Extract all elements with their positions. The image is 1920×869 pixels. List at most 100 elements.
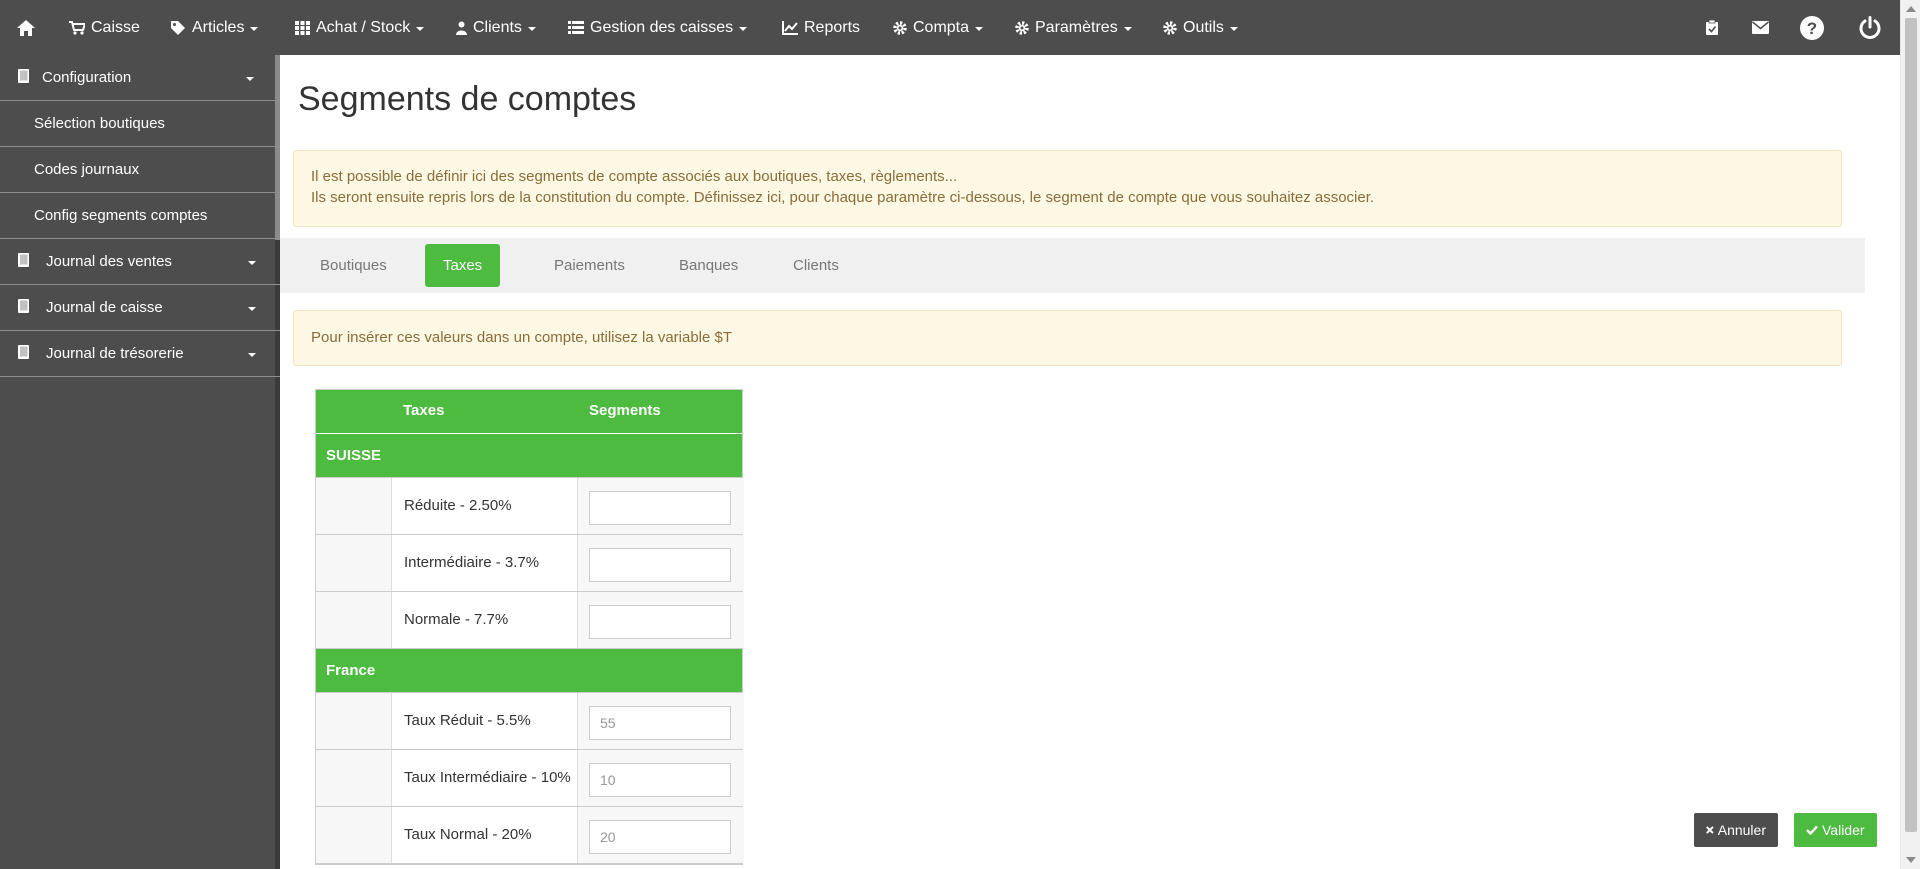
help-button[interactable]: ?: [1800, 0, 1830, 55]
segment-input[interactable]: [589, 548, 731, 582]
check-icon: [1806, 825, 1818, 835]
info-line-2: Ils seront ensuite repris lors de la con…: [311, 189, 1375, 206]
group-name: SUISSE: [326, 447, 382, 464]
gear-icon: [1163, 20, 1177, 35]
group-row-suisse: SUISSE: [316, 434, 742, 478]
book-icon: [18, 253, 29, 267]
chevron-down-icon: [248, 261, 256, 265]
tax-label: Taux Réduit - 5.5%: [404, 712, 531, 729]
nav-caisse[interactable]: Caisse: [69, 0, 140, 55]
chevron-down-icon: [248, 307, 256, 311]
tab-boutiques[interactable]: Boutiques: [302, 244, 405, 287]
table-header: Taxes Segments: [316, 390, 742, 434]
nav-clients[interactable]: Clients: [456, 0, 536, 55]
scroll-up-icon[interactable]: [1906, 6, 1916, 12]
segment-input[interactable]: [589, 706, 731, 740]
sidebar-item-config-segments[interactable]: Config segments comptes: [0, 193, 280, 239]
nav-label: Reports: [804, 18, 861, 36]
nav-outils[interactable]: Outils: [1163, 0, 1238, 55]
group-name: France: [326, 662, 376, 679]
variable-note-alert: Pour insérer ces valeurs dans un compte,…: [293, 310, 1842, 366]
nav-label: Clients: [473, 18, 522, 36]
table-row: Taux Intermédiaire - 10%: [316, 750, 744, 807]
page-scrollbar[interactable]: [1900, 0, 1920, 869]
segment-input[interactable]: [589, 820, 731, 854]
info-line-1: Il est possible de définir ici des segme…: [311, 168, 958, 185]
nav-parametres[interactable]: Paramètres: [1015, 0, 1132, 55]
user-icon: [456, 21, 467, 35]
nav-label: Paramètres: [1035, 18, 1118, 36]
home-button[interactable]: [16, 0, 42, 55]
home-icon: [17, 19, 35, 36]
tax-label: Taux Normal - 20%: [404, 826, 532, 843]
sidebar-item-journal-caisse[interactable]: Journal de caisse: [0, 285, 280, 331]
book-icon: [18, 299, 29, 313]
table-row: Taux Normal - 20%: [316, 807, 744, 864]
nav-label: Compta: [913, 18, 970, 36]
tab-paiements[interactable]: Paiements: [536, 244, 643, 287]
chevron-down-icon: [246, 77, 254, 81]
tab-bar: Boutiques Taxes Paiements Banques Client…: [280, 238, 1865, 293]
header-segments: Segments: [589, 402, 661, 419]
table-row: Intermédiaire - 3.7%: [316, 535, 744, 592]
sidebar-item-codes-journaux[interactable]: Codes journaux: [0, 147, 280, 193]
mail-button[interactable]: [1752, 0, 1775, 55]
taxes-segments-table: Taxes Segments SUISSE Réduite - 2.50% In…: [315, 389, 744, 865]
scroll-down-icon[interactable]: [1906, 857, 1916, 863]
gear-icon: [1015, 20, 1029, 35]
gear-icon: [893, 20, 907, 35]
nav-label: Gestion des caisses: [590, 18, 734, 36]
sidebar-item-journal-ventes[interactable]: Journal des ventes: [0, 239, 280, 285]
tab-banques[interactable]: Banques: [661, 244, 756, 287]
sidebar-item-journal-tresorerie[interactable]: Journal de trésorerie: [0, 331, 280, 377]
cancel-button[interactable]: Annuler: [1694, 813, 1778, 847]
segment-input[interactable]: [589, 763, 731, 797]
nav-reports[interactable]: Reports: [782, 0, 860, 55]
top-navbar: Caisse Articles Achat / Stock Clients Ge…: [0, 0, 1900, 55]
nav-label: Caisse: [91, 18, 140, 36]
tab-label: Banques: [679, 257, 739, 274]
tab-taxes[interactable]: Taxes: [425, 244, 501, 287]
list-icon: [568, 21, 584, 34]
scroll-thumb[interactable]: [1905, 18, 1917, 832]
power-icon: [1859, 15, 1881, 39]
sidebar-item-label: Journal des ventes: [46, 253, 172, 270]
table-row: Réduite - 2.50%: [316, 478, 744, 535]
cancel-label: Annuler: [1717, 822, 1766, 838]
validate-button[interactable]: Valider: [1794, 813, 1877, 847]
segment-input[interactable]: [589, 491, 731, 525]
table-row: Taux Réduit - 5.5%: [316, 693, 744, 750]
tax-label: Normale - 7.7%: [404, 611, 509, 628]
tab-label: Clients: [793, 257, 839, 274]
tab-label: Taxes: [443, 257, 483, 274]
nav-articles[interactable]: Articles: [170, 0, 259, 55]
tab-clients[interactable]: Clients: [775, 244, 857, 287]
sidebar-item-label: Journal de trésorerie: [46, 345, 184, 362]
tab-label: Boutiques: [320, 257, 387, 274]
tab-label: Paiements: [554, 257, 625, 274]
info-alert: Il est possible de définir ici des segme…: [293, 150, 1842, 227]
close-icon: [1706, 826, 1714, 834]
sidebar-item-label: Configuration: [42, 69, 132, 86]
book-icon: [18, 69, 29, 83]
grid-icon: [295, 20, 310, 35]
clipboard-check-button[interactable]: [1706, 0, 1724, 55]
sidebar-item-label: Config segments comptes: [34, 207, 208, 224]
sidebar-item-label: Codes journaux: [34, 161, 140, 178]
sidebar-item-label: Sélection boutiques: [34, 115, 165, 132]
line-chart-icon: [782, 20, 798, 35]
cart-icon: [69, 20, 85, 35]
table-row: Normale - 7.7%: [316, 592, 744, 649]
logout-button[interactable]: [1858, 0, 1888, 55]
sidebar-item-configuration[interactable]: Configuration: [0, 55, 280, 101]
sidebar-item-selection-boutiques[interactable]: Sélection boutiques: [0, 101, 280, 147]
envelope-icon: [1752, 21, 1769, 34]
question-circle-icon: ?: [1800, 15, 1824, 40]
nav-label: Achat / Stock: [316, 18, 411, 36]
nav-achat-stock[interactable]: Achat / Stock: [295, 0, 425, 55]
nav-label: Outils: [1183, 18, 1224, 36]
segment-input[interactable]: [589, 605, 731, 639]
variable-note: Pour insérer ces valeurs dans un compte,…: [311, 329, 733, 346]
nav-compta[interactable]: Compta: [893, 0, 984, 55]
nav-gestion-caisses[interactable]: Gestion des caisses: [568, 0, 748, 55]
